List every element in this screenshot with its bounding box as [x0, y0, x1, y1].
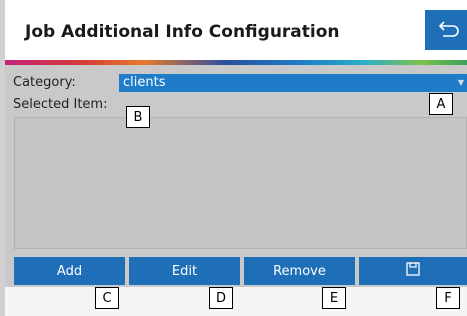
save-button[interactable]: [359, 257, 467, 285]
callout-c: C: [95, 287, 119, 309]
category-select[interactable]: clients ▼: [119, 74, 467, 92]
callout-f: F: [436, 287, 460, 309]
callout-e: E: [322, 287, 346, 309]
callout-d: D: [209, 287, 233, 309]
back-button[interactable]: [425, 10, 467, 50]
callout-a: A: [429, 93, 453, 115]
category-label: Category:: [13, 75, 76, 90]
add-button[interactable]: Add: [14, 257, 125, 285]
back-arrow-icon: [438, 19, 460, 41]
page-title: Job Additional Info Configuration: [25, 22, 340, 42]
add-button-label: Add: [56, 263, 83, 279]
remove-button[interactable]: Remove: [244, 257, 355, 285]
footer-area: [5, 287, 467, 316]
callout-b: B: [126, 106, 150, 128]
edit-button[interactable]: Edit: [129, 257, 240, 285]
selected-item-label: Selected Item:: [13, 97, 108, 112]
edit-button-label: Edit: [171, 263, 198, 279]
dropdown-caret-icon: ▼: [457, 78, 464, 87]
floppy-disk-icon: [406, 262, 420, 280]
app-frame: Job Additional Info Configuration Catego…: [0, 0, 467, 316]
config-panel: Category: clients ▼ Selected Item: Add E…: [5, 65, 467, 287]
items-list[interactable]: [14, 117, 467, 249]
category-value: clients: [123, 75, 166, 90]
remove-button-label: Remove: [273, 263, 326, 279]
header-bar: Job Additional Info Configuration: [5, 0, 467, 60]
